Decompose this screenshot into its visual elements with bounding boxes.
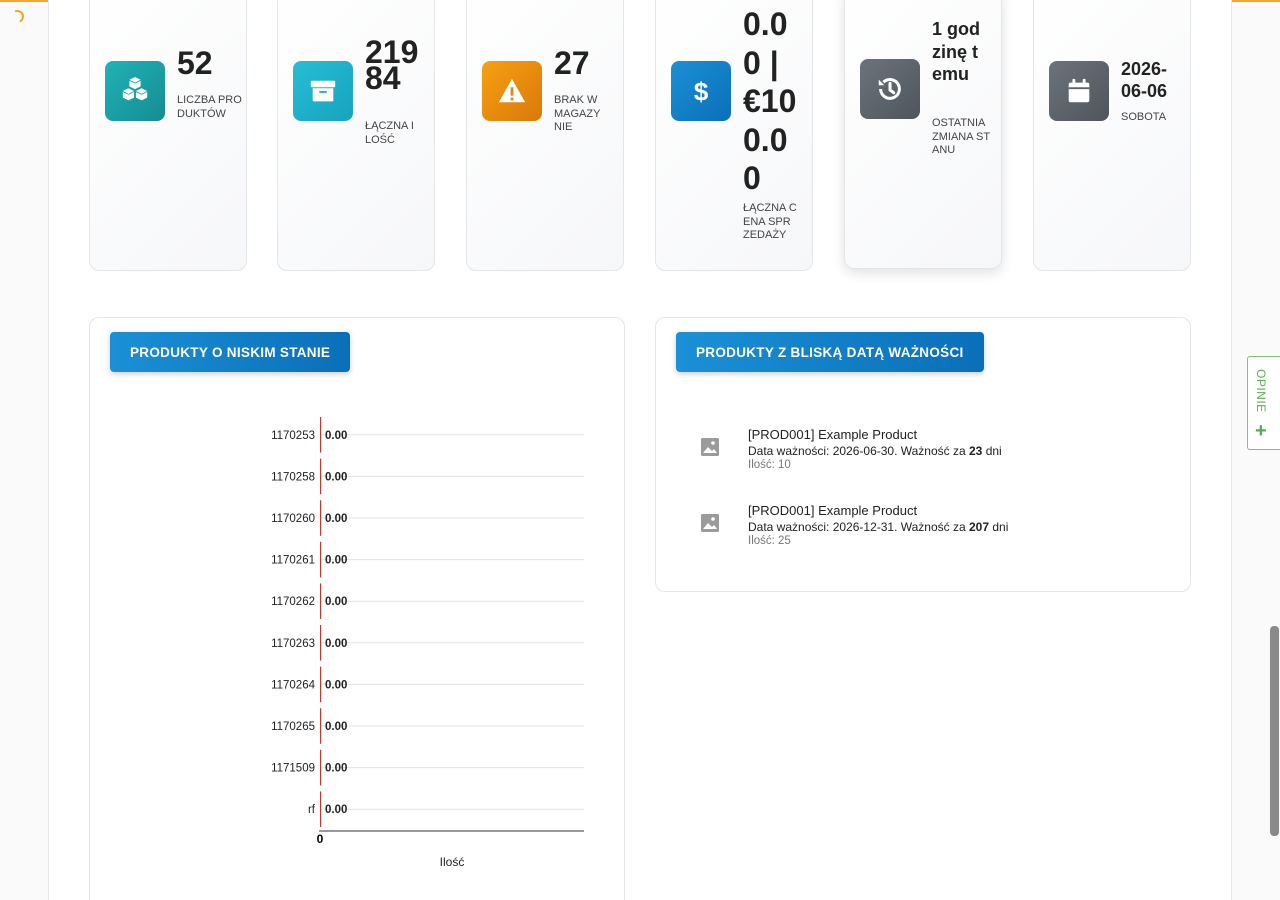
feedback-tab[interactable]: OPINIE + (1247, 356, 1280, 450)
bar (320, 458, 322, 495)
stat-label: Sobota (1121, 111, 1167, 123)
y-tick-label: 1170261 (271, 555, 315, 567)
expiry-days: 23 (969, 444, 983, 458)
expiring-header-button[interactable]: Produkty z bliską datą ważności (676, 332, 984, 372)
stat-label: Łączna cena sprzedaży (743, 202, 797, 241)
stat-card-date: 2026-06-06 Sobota (1033, 0, 1191, 271)
expiry-date-prefix: Data ważności: 2026-12-31. Ważność za (748, 520, 969, 534)
expiry-days-suffix: dni (989, 520, 1009, 534)
product-quantity: Ilość: 25 (748, 535, 791, 547)
list-item[interactable]: [PROD001] Example Product Data ważności:… (696, 427, 1156, 487)
stat-card-product-count: 52 Liczba produktów (89, 0, 247, 271)
dashboard-panel: 52 Liczba produktów 21984 Łączna ilość 2… (48, 0, 1232, 900)
low-stock-section: Produkty o niskim stanie 1170253 0.00 1170… (89, 317, 625, 900)
stat-value: 52 (177, 45, 213, 81)
y-tick-label: 1170260 (271, 513, 315, 525)
warning-icon (482, 61, 542, 121)
bar (320, 417, 322, 453)
stat-label: Brak w magazynie (554, 94, 601, 133)
plus-icon: + (1255, 420, 1267, 442)
data-label: 0.00 (325, 513, 347, 525)
data-label: 0.00 (325, 555, 347, 567)
bar (320, 791, 322, 827)
bar (320, 666, 322, 703)
stat-value: 0.00 | €100.00 (743, 6, 797, 196)
bar (320, 708, 322, 744)
bar (320, 625, 322, 661)
stat-card-total-sales-price: $ 0.00 | €100.00 Łączna cena sprzedaży (655, 0, 813, 271)
dollar-icon: $ (671, 61, 731, 121)
archive-icon (293, 61, 353, 121)
y-tick-label: 1170262 (271, 596, 315, 608)
feedback-label: OPINIE (1254, 369, 1268, 413)
expiry-date: Data ważności: 2026-06-30. Ważność za 23… (748, 444, 1002, 458)
svg-text:$: $ (694, 76, 709, 106)
low-stock-chart: 1170253 0.00 1170258 0.00 1170260 0.00 1170261… (271, 417, 584, 869)
stat-value: 21984 (365, 34, 419, 96)
data-label: 0.00 (325, 679, 347, 691)
cubes-icon (105, 61, 165, 121)
expiring-section: Produkty z bliską datą ważności [PROD001… (655, 317, 1191, 592)
list-item[interactable]: [PROD001] Example Product Data ważności:… (696, 503, 1156, 563)
stat-value: 2026-06-06 (1121, 59, 1168, 101)
history-icon (860, 59, 920, 119)
stat-card-last-stock-change: 1 godzinę temu Ostatnia zmiana stanu (844, 0, 1002, 269)
data-label: 0.00 (325, 430, 347, 442)
bar (320, 583, 322, 619)
data-label: 0.00 (325, 721, 347, 733)
y-tick-label: 1170263 (271, 638, 315, 650)
product-name: [PROD001] Example Product (748, 427, 918, 442)
stat-value: 1 godzinę temu (932, 19, 980, 84)
product-quantity: Ilość: 10 (748, 459, 791, 471)
expiry-date-prefix: Data ważności: 2026-06-30. Ważność za (748, 444, 969, 458)
data-label: 0.00 (325, 638, 347, 650)
stat-label: Ostatnia zmiana stanu (932, 117, 991, 156)
y-tick-label: rf (308, 804, 316, 816)
stat-card-out-of-stock: 27 Brak w magazynie (466, 0, 624, 271)
y-tick-label: 1171509 (271, 763, 315, 775)
data-label: 0.00 (325, 804, 347, 816)
data-label: 0.00 (325, 471, 347, 483)
expiry-days-suffix: dni (982, 444, 1002, 458)
loading-spinner-icon (9, 8, 26, 25)
data-label: 0.00 (325, 596, 347, 608)
y-tick-label: 1170253 (271, 430, 315, 442)
product-name: [PROD001] Example Product (748, 503, 918, 518)
image-placeholder-icon (701, 514, 719, 532)
image-placeholder-icon (701, 438, 719, 456)
stat-card-total-quantity: 21984 Łączna ilość (277, 0, 435, 271)
bar (320, 541, 322, 578)
expiry-days: 207 (969, 520, 990, 534)
x-axis-label: Ilość (440, 855, 465, 869)
scrollbar-thumb[interactable] (1270, 626, 1279, 836)
data-label: 0.00 (325, 763, 347, 775)
calendar-icon (1049, 61, 1109, 121)
y-tick-label: 1170265 (271, 721, 315, 733)
stat-value: 27 (554, 45, 590, 81)
y-tick-label: 1170258 (271, 471, 315, 483)
x-tick-label: 0 (317, 832, 324, 846)
stat-label: Łączna ilość (365, 120, 414, 146)
bar (320, 500, 322, 536)
expiry-date: Data ważności: 2026-12-31. Ważność za 20… (748, 520, 1008, 534)
y-tick-label: 1170264 (271, 679, 316, 691)
bar (320, 749, 322, 786)
stat-label: Liczba produktów (177, 94, 242, 120)
